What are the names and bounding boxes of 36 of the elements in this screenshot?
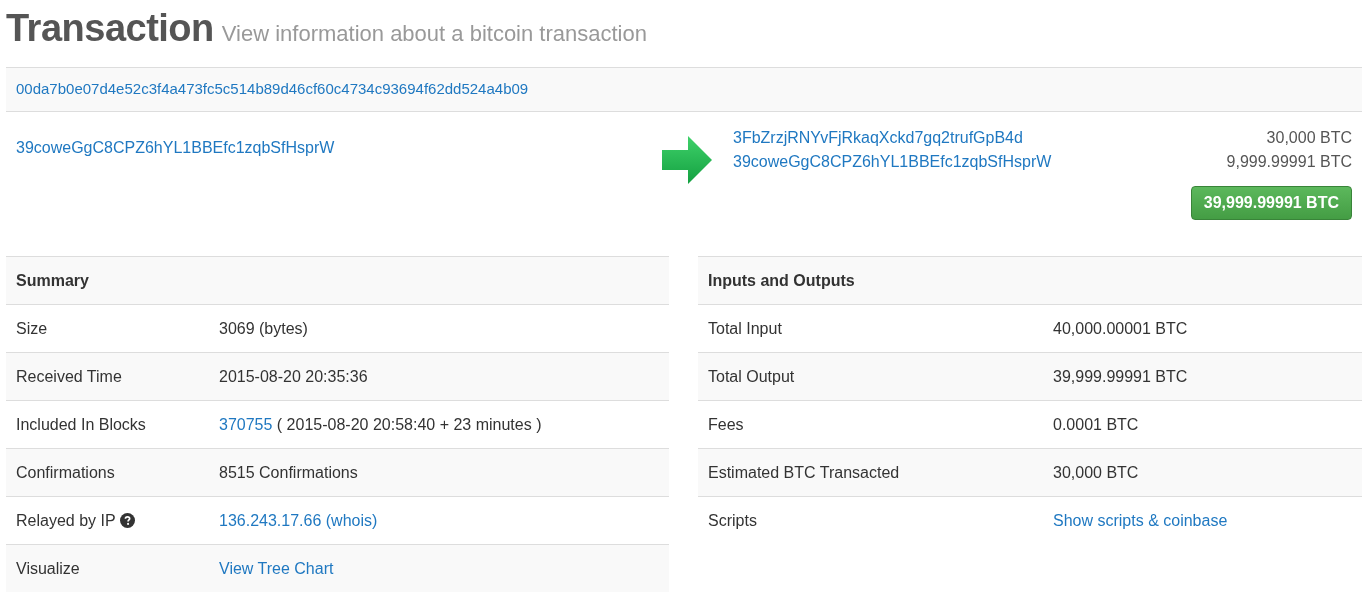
row-label: Included In Blocks bbox=[6, 400, 209, 448]
page-subtitle: View information about a bitcoin transaction bbox=[221, 20, 647, 48]
row-value: 3069 (bytes) bbox=[209, 304, 669, 352]
transaction-hash-link[interactable]: 00da7b0e07d4e52c3f4a473fc5c514b89d46cf60c4734c93694f62dd524a4b09 bbox=[16, 80, 529, 97]
input-address-link[interactable]: 39coweGgC8CPZ6hYL1BBEfc1zqbSfHsprW bbox=[16, 138, 335, 156]
row-value: 0.0001 BTC bbox=[1043, 400, 1362, 448]
row-link[interactable]: Show scripts & coinbase bbox=[1053, 511, 1228, 529]
table-header: Summary bbox=[6, 256, 669, 304]
row-label: Visualize bbox=[6, 544, 209, 592]
row-label: Received Time bbox=[6, 352, 209, 400]
row-value: 39,999.99991 BTC bbox=[1043, 352, 1362, 400]
row-value: 30,000 BTC bbox=[1043, 448, 1362, 496]
row-value: 8515 Confirmations bbox=[209, 448, 669, 496]
row-label: Size bbox=[6, 304, 209, 352]
block-link[interactable]: 370755 bbox=[219, 415, 273, 433]
arrow-icon bbox=[662, 135, 712, 184]
output-amount: 30,000 BTC bbox=[1266, 127, 1352, 148]
row-link[interactable]: 136.243.17.66 (whois) bbox=[219, 511, 378, 529]
row-label: Relayed by IP bbox=[16, 511, 116, 529]
row-link[interactable]: View Tree Chart bbox=[219, 559, 334, 577]
row-label: Fees bbox=[698, 400, 1043, 448]
row-label: Confirmations bbox=[6, 448, 209, 496]
row-label: Estimated BTC Transacted bbox=[698, 448, 1043, 496]
row-value: 370755 ( 2015-08-20 20:58:40 + 23 minutes ) bbox=[219, 415, 542, 433]
row-value: 40,000.00001 BTC bbox=[1043, 304, 1362, 352]
row-value: 2015-08-20 20:35:36 bbox=[209, 352, 669, 400]
row-label: Total Input bbox=[698, 304, 1043, 352]
total-amount-button[interactable]: 39,999.99991 BTC bbox=[1190, 185, 1352, 220]
output-address-link[interactable]: 3FbZrzjRNYvFjRkaqXckd7gq2trufGpB4d bbox=[733, 125, 1023, 150]
output-amount: 9,999.99991 BTC bbox=[1226, 151, 1352, 172]
row-label: Scripts bbox=[698, 496, 1043, 544]
output-address-link[interactable]: 39coweGgC8CPZ6hYL1BBEfc1zqbSfHsprW bbox=[733, 149, 1052, 174]
table-header: Inputs and Outputs bbox=[698, 256, 1362, 304]
help-icon[interactable] bbox=[119, 512, 135, 528]
page-title: Transaction bbox=[6, 6, 214, 51]
row-label: Total Output bbox=[698, 352, 1043, 400]
